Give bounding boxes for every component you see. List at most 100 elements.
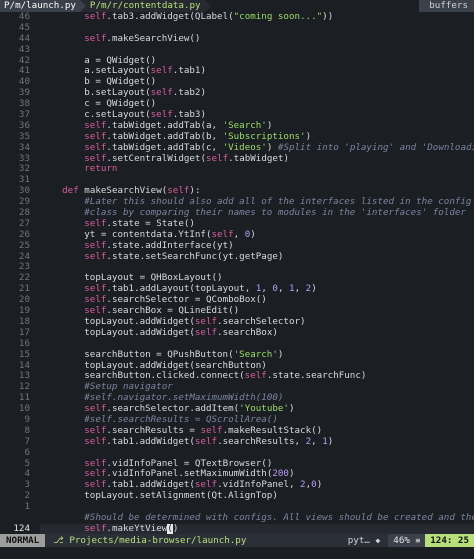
code-text: searchButton.clicked.connect(self.state.… xyxy=(40,371,367,382)
code-line[interactable]: 29 #Later this should also add all of th… xyxy=(0,196,474,208)
code-line[interactable]: 42 a = QWidget() xyxy=(0,55,474,67)
code-line[interactable]: 21 self.tab1.addLayout(topLayout, 1, 0, … xyxy=(0,283,474,295)
line-number: 5 xyxy=(24,457,30,469)
code-line[interactable]: 9 #self.searchResults = QScrollArea() xyxy=(0,413,474,426)
code-line[interactable]: 27 self.state = State() xyxy=(0,218,474,230)
line-number: 43 xyxy=(18,43,30,55)
code-line[interactable]: 10 self.searchSelector.addItem('Youtube'… xyxy=(0,403,474,415)
code-text: b.setLayout(self.tab2) xyxy=(40,88,206,99)
code-text: self.vidInfoPanel = QTextBrowser() xyxy=(84,458,273,469)
code-text: self.state = State() xyxy=(84,218,195,229)
code-line[interactable]: 26 yt = contentdata.YtInf(self, 0) xyxy=(0,229,474,241)
code-line[interactable]: 31 xyxy=(0,174,474,186)
code-line[interactable]: 44 self.makeSearchView() xyxy=(0,33,474,45)
code-line[interactable]: 38 c = QWidget() xyxy=(0,98,474,110)
code-text: #Later this should also add all of the i… xyxy=(84,197,472,208)
code-line[interactable]: 45 xyxy=(0,22,474,34)
code-line[interactable]: 7 self.tab1.addWidget(self.searchResults… xyxy=(0,435,474,448)
code-line[interactable]: 22 topLayout = QHBoxLayout() xyxy=(0,272,474,284)
code-text: topLayout.setAlignment(Qt.AlignTop) xyxy=(40,491,278,502)
code-line[interactable]: 40 b = QWidget() xyxy=(0,76,474,88)
code-line[interactable]: 124 self.makeYtView() xyxy=(0,523,474,534)
code-line[interactable]: 14 topLayout.addWidget(searchButton) xyxy=(0,360,474,372)
code-line[interactable]: 36 self.tabWidget.addTab(a, 'Search') xyxy=(0,120,474,132)
code-line[interactable]: 12 #Setup navigator xyxy=(0,381,474,393)
code-line[interactable]: 35 self.tabWidget.addTab(b, 'Subscriptio… xyxy=(0,131,474,143)
code-line[interactable]: 34 self.tabWidget.addTab(c, 'Videos') #S… xyxy=(0,141,474,154)
python-icon: ◆ xyxy=(375,536,381,545)
line-number: 3 xyxy=(24,479,30,491)
code-line[interactable]: 1 xyxy=(0,501,474,513)
code-text: self.tabWidget.addTab(a, 'Search') xyxy=(84,120,273,131)
mode-indicator: NORMAL xyxy=(0,534,46,547)
code-text: self.makeSearchView() xyxy=(84,33,201,44)
code-line[interactable]: 20 self.searchSelector = QComboBox() xyxy=(0,294,474,306)
code-text: self.makeYtView() xyxy=(40,523,474,534)
code-line[interactable]: 15 searchButton = QPushButton('Search') xyxy=(0,348,474,361)
code-text: a.setLayout(self.tab1) xyxy=(40,66,206,77)
code-text: a = QWidget() xyxy=(40,55,157,66)
filetype-label: pyt… xyxy=(347,535,370,546)
code-line[interactable]: 17 topLayout.addWidget(self.searchBox) xyxy=(0,327,474,339)
code-text: self.state.addInterface(yt) xyxy=(84,240,234,251)
code-line[interactable]: 19 self.searchBox = QLineEdit() xyxy=(0,305,474,317)
code-line[interactable]: 16 xyxy=(0,338,474,350)
cursor-position: 124: 25 xyxy=(425,534,474,547)
code-line[interactable]: 2 topLayout.setAlignment(Qt.AlignTop) xyxy=(0,490,474,502)
code-line[interactable]: 23 xyxy=(0,262,474,273)
code-line[interactable]: #Should be determined with configs. All … xyxy=(0,513,474,524)
code-line[interactable]: 30 def makeSearchView(self): xyxy=(0,185,474,197)
line-number: 8 xyxy=(24,424,30,436)
line-number: 25 xyxy=(18,239,30,251)
line-number: 9 xyxy=(24,413,30,425)
code-text: searchButton = QPushButton('Search') xyxy=(40,349,284,360)
code-line[interactable]: 43 xyxy=(0,43,474,56)
code-line[interactable]: 3 self.tab1.addWidget(self.vidInfoPanel,… xyxy=(0,479,474,491)
code-line[interactable]: 25 self.state.addInterface(yt) xyxy=(0,239,474,252)
code-line[interactable]: 33 self.setCentralWidget(self.tabWidget) xyxy=(0,153,474,165)
code-line[interactable]: 37 c.setLayout(self.tab3) xyxy=(0,109,474,121)
code-line[interactable]: 32 return xyxy=(0,164,474,175)
code-text: self.setCentralWidget(self.tabWidget) xyxy=(84,153,289,164)
code-line[interactable]: 11 #self.navigator.setMaximumWidth(100) xyxy=(0,392,474,404)
tab-contentdata-py[interactable]: P/m/r/contentdata.py xyxy=(85,0,205,12)
editor-pane[interactable]: 4 6 self.tab3.addWidget(QLabel("coming so… xyxy=(0,12,474,534)
buffers-label[interactable]: buffers xyxy=(419,0,474,12)
code-line[interactable]: 13 searchButton.clicked.connect(self.sta… xyxy=(0,370,474,382)
command-line[interactable] xyxy=(0,547,474,559)
filetype-indicator: pyt… ◆ xyxy=(348,535,389,546)
code-text: topLayout = QHBoxLayout() xyxy=(40,273,223,284)
code-line[interactable]: 4 self.vidInfoPanel.setMaximumWidth(200) xyxy=(0,469,474,480)
code-line[interactable]: 18 topLayout.addWidget(self.searchSelect… xyxy=(0,316,474,328)
code-line[interactable]: 5 self.vidInfoPanel = QTextBrowser() xyxy=(0,457,474,470)
code-text: self.tabWidget.addTab(b, 'Subscriptions'… xyxy=(84,131,312,142)
code-line[interactable]: 8 self.searchResults = self.makeResultSt… xyxy=(0,424,474,437)
code-text: self.searchResults = self.makeResultStac… xyxy=(84,425,323,436)
line-number: 34 xyxy=(18,141,30,153)
code-line[interactable]: 28 #class by comparing their names to mo… xyxy=(0,207,474,219)
line-number: 6 xyxy=(24,446,30,458)
tab-launch-py[interactable]: P/m/launch.py xyxy=(0,0,80,12)
code-text: self.tab1.addWidget(self.searchResults, … xyxy=(84,436,334,447)
code-text: c = QWidget() xyxy=(40,99,157,110)
scroll-percent: 46% ≡ xyxy=(388,534,426,547)
code-line[interactable]: 6 xyxy=(0,446,474,459)
code-line[interactable]: 46 self.tab3.addWidget(QLabel("coming so… xyxy=(0,12,474,23)
line-number-icon: ≡ xyxy=(415,536,421,545)
line-number: 7 xyxy=(24,435,30,447)
code-line[interactable]: 39 b.setLayout(self.tab2) xyxy=(0,87,474,99)
code-text: #Should be determined with configs. All … xyxy=(84,512,474,523)
code-text: #Setup navigator xyxy=(84,382,173,393)
code-text: b = QWidget() xyxy=(40,77,157,88)
code-text: topLayout.addWidget(self.searchBox) xyxy=(40,327,278,338)
code-text: yt = contentdata.YtInf(self, 0) xyxy=(40,229,256,240)
git-branch-icon: ⎇ xyxy=(53,535,64,546)
code-line[interactable]: 41 a.setLayout(self.tab1) xyxy=(0,66,474,77)
code-line[interactable]: 24 self.state.setSearchFunc(yt.getPage) xyxy=(0,251,474,263)
line-number: 15 xyxy=(18,348,30,360)
